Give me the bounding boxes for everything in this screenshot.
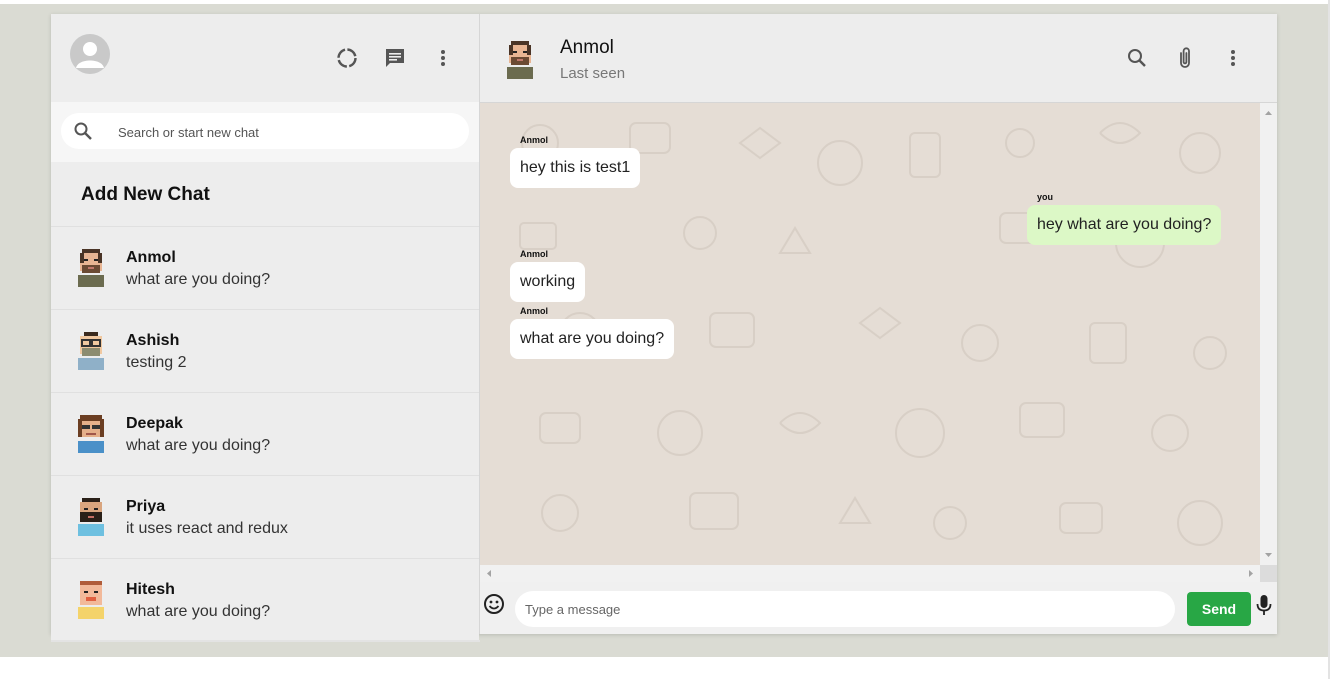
- more-vert-icon[interactable]: [1221, 46, 1245, 70]
- chat-item-anmol[interactable]: Anmol what are you doing?: [51, 227, 479, 310]
- page-right-edge: [1328, 0, 1340, 679]
- attach-icon[interactable]: [1173, 46, 1197, 70]
- message-sender: Anmol: [520, 135, 548, 145]
- page-bottom-strip: [0, 657, 1328, 679]
- chat-item-name: Anmol: [126, 249, 176, 266]
- contact-avatar[interactable]: [504, 41, 536, 79]
- sidebar-bottom-rule: [51, 640, 480, 642]
- more-vert-icon[interactable]: [431, 46, 455, 70]
- contact-name: Anmol: [560, 37, 614, 58]
- default-avatar-icon: [70, 34, 110, 74]
- scroll-arrows-icon: [1265, 111, 1272, 557]
- message-in: Anmol working: [510, 249, 586, 302]
- chat-item-name: Deepak: [126, 415, 183, 432]
- scrollbar-corner: [1260, 565, 1277, 582]
- contact-status: Last seen: [560, 65, 626, 82]
- status-icon[interactable]: [335, 46, 359, 70]
- message-area[interactable]: Anmol hey this is test1 you hey what are…: [480, 103, 1260, 565]
- message-bubble[interactable]: hey what are you doing?: [1027, 205, 1222, 245]
- sidebar-header-actions: [335, 46, 455, 70]
- chat-item-deepak[interactable]: Deepak what are you doing?: [51, 393, 479, 476]
- chat-item-ashish[interactable]: Ashish testing 2: [51, 310, 479, 393]
- chat-item-last-message: what are you doing?: [126, 271, 271, 288]
- message-sender: you: [1037, 192, 1054, 202]
- message-bubble[interactable]: hey this is test1: [510, 148, 641, 188]
- chat-item-last-message: testing 2: [126, 354, 187, 371]
- search-icon[interactable]: [1125, 46, 1149, 70]
- avatar-deepak: [78, 415, 104, 453]
- horizontal-scrollbar[interactable]: [480, 565, 1260, 582]
- add-new-chat[interactable]: Add New Chat: [51, 162, 479, 227]
- message-bubble[interactable]: what are you doing?: [510, 319, 675, 359]
- message-sender: Anmol: [520, 306, 548, 316]
- app-window: Add New Chat Anmol what are you doing?: [51, 14, 1277, 642]
- search-input[interactable]: [116, 113, 460, 151]
- avatar-hitesh: [78, 581, 104, 619]
- message-input[interactable]: [515, 591, 1175, 627]
- new-chat-icon[interactable]: [383, 46, 407, 70]
- add-new-chat-label: Add New Chat: [81, 184, 210, 205]
- chat-list: Anmol what are you doing? Ashish testing…: [51, 227, 479, 642]
- user-avatar[interactable]: [70, 34, 110, 74]
- chat-item-priya[interactable]: Priya it uses react and redux: [51, 476, 479, 559]
- chat-pane: Anmol Last seen Anmol hey this is test1 …: [480, 14, 1277, 634]
- vertical-scrollbar[interactable]: [1260, 103, 1277, 565]
- search-bar: [51, 102, 479, 162]
- chat-header: Anmol Last seen: [480, 14, 1277, 103]
- message-bubble[interactable]: working: [510, 262, 586, 302]
- scroll-arrows-icon: [487, 570, 1253, 577]
- chat-item-name: Ashish: [126, 332, 180, 349]
- message-sender: Anmol: [520, 249, 548, 259]
- message-in: Anmol what are you doing?: [510, 306, 675, 359]
- chat-item-name: Priya: [126, 498, 166, 515]
- search-icon: [73, 121, 93, 146]
- message-composer: Send: [480, 582, 1277, 634]
- avatar-anmol: [78, 249, 104, 287]
- sidebar-header: [51, 14, 479, 102]
- chat-header-actions: [1125, 46, 1245, 70]
- avatar-ashish: [78, 332, 104, 370]
- message-in: Anmol hey this is test1: [510, 135, 641, 188]
- chat-item-last-message: what are you doing?: [126, 437, 271, 454]
- sidebar: Add New Chat Anmol what are you doing?: [51, 14, 480, 642]
- page-top-strip: [0, 0, 1328, 4]
- send-button[interactable]: Send: [1187, 592, 1251, 626]
- chat-item-hitesh[interactable]: Hitesh what are you doing?: [51, 559, 479, 642]
- search-box: [61, 113, 469, 151]
- avatar-priya: [78, 498, 104, 536]
- mic-icon[interactable]: [1255, 594, 1273, 623]
- chat-item-last-message: what are you doing?: [126, 603, 271, 620]
- chat-item-name: Hitesh: [126, 581, 175, 598]
- message-out: you hey what are you doing?: [1027, 192, 1222, 245]
- chat-item-last-message: it uses react and redux: [126, 520, 288, 537]
- emoji-icon[interactable]: [483, 593, 505, 620]
